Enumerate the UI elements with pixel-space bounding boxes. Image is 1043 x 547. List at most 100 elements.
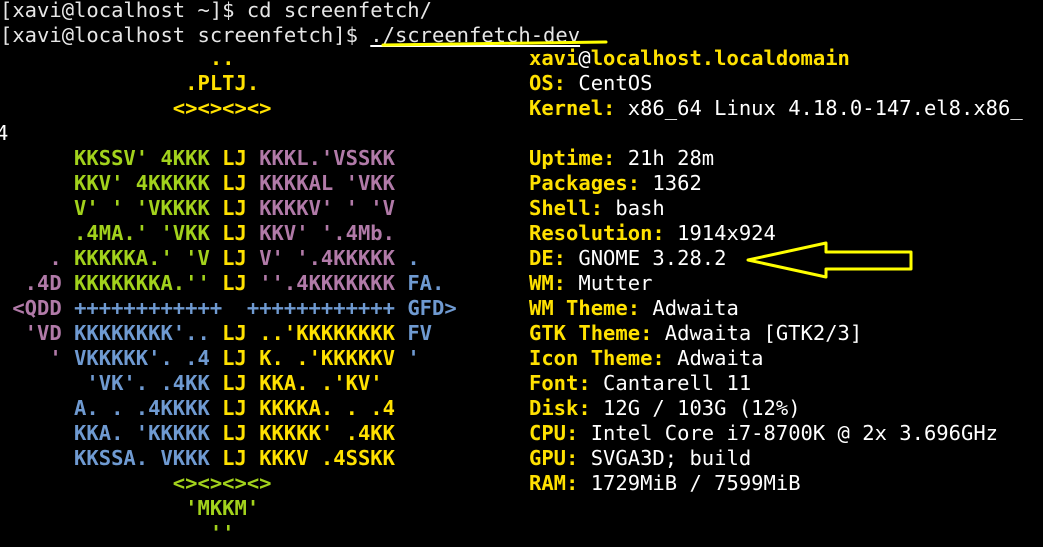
logo-segment: ..: [0, 46, 235, 70]
logo-segment: ++++++++++++ ++++++++++++: [74, 296, 408, 320]
logo-segment: LJ: [222, 446, 260, 470]
logo-line: V' ' 'VKKKK LJ KKKKV' ' 'V: [0, 196, 395, 221]
info-key: Icon Theme:: [529, 346, 665, 370]
info-key: OS:: [529, 71, 567, 95]
logo-line: KKSSV' 4KKK LJ KKKL.'VSSKK: [0, 146, 395, 171]
logo-segment: .4D: [0, 271, 75, 295]
arrow-annotation-icon: [746, 241, 913, 279]
logo-segment: KKKKAL 'VKK: [259, 171, 395, 195]
logo-segment: KKKKKKKK'..: [74, 321, 223, 345]
info-value: GNOME 3.28.2: [566, 246, 727, 270]
info-line-cpu: CPU: Intel Core i7-8700K @ 2x 3.696GHz: [529, 421, 998, 446]
logo-line: <><><><>: [0, 96, 272, 121]
logo-segment: LJ: [222, 271, 260, 295]
info-line-kernel: Kernel: x86_64 Linux 4.18.0-147.el8.x86_: [529, 96, 1023, 121]
info-value: Adwaita [GTK2/3]: [652, 321, 863, 345]
logo-segment: V' '.4KKKKK: [259, 246, 408, 270]
logo-segment: KKKL.'VSSKK: [259, 146, 395, 170]
info-key: GPU:: [529, 446, 579, 470]
logo-segment: <><><><>: [0, 471, 272, 495]
info-key: CPU:: [529, 421, 579, 445]
logo-segment: KKA. .'KV': [259, 371, 383, 395]
logo-segment: 'VK'. .4KK: [0, 371, 223, 395]
info-key: WM:: [529, 271, 567, 295]
logo-segment: GFD>: [407, 296, 457, 320]
info-line-de: DE: GNOME 3.28.2: [529, 246, 726, 271]
logo-segment: KKV' '.4Mb.: [259, 221, 395, 245]
info-line-os: OS: CentOS: [529, 71, 652, 96]
info-line-icontheme: Icon Theme: Adwaita: [529, 346, 764, 371]
logo-line: KKV' 4KKKKK LJ KKKKAL 'VKK: [0, 171, 395, 196]
logo-segment: KKKV .4SSKK: [259, 446, 395, 470]
logo-segment: .: [407, 246, 420, 270]
logo-line: KKA. 'KKKKK LJ KKKKK' .4KK: [0, 421, 395, 446]
logo-segment: KKKKV' ' 'V: [259, 196, 395, 220]
info-line-resolution: Resolution: 1914x924: [529, 221, 776, 246]
logo-segment: LJ: [222, 346, 260, 370]
logo-segment: KKKKKKKA.'': [74, 271, 223, 295]
info-value: Adwaita: [664, 346, 764, 370]
info-line-gpu: GPU: SVGA3D; build: [529, 446, 751, 471]
wrapped-kernel-fragment: 4: [0, 121, 9, 145]
info-value: bash: [603, 196, 665, 220]
info-line-shell: Shell: bash: [529, 196, 665, 221]
hostname-user: xavi: [529, 46, 579, 70]
logo-segment: LJ: [222, 221, 260, 245]
logo-segment: .4MA.' 'VKK: [0, 221, 223, 245]
logo-line: KKSSA. VKKK LJ KKKV .4SSKK: [0, 446, 395, 471]
info-key: Uptime:: [529, 146, 616, 170]
info-value: Adwaita: [640, 296, 739, 320]
logo-segment: LJ: [222, 321, 260, 345]
logo-line: '': [0, 521, 235, 546]
logo-segment: KKKKA. . .4: [259, 396, 395, 420]
logo-segment: LJ: [222, 171, 260, 195]
logo-segment: V' ' 'VKKKK: [0, 196, 223, 220]
prompt-line-1: [xavi@localhost ~]$ cd screenfetch/: [0, 0, 432, 22]
logo-segment: FV: [407, 321, 432, 345]
logo-segment: <QDD: [0, 296, 75, 320]
info-key: DE:: [529, 246, 567, 270]
logo-segment: 'VD: [0, 321, 75, 345]
info-line-packages: Packages: 1362: [529, 171, 702, 196]
logo-segment: KKSSV' 4KKK: [0, 146, 223, 170]
info-line-ram: RAM: 1729MiB / 7599MiB: [529, 471, 801, 496]
info-line-uptime: Uptime: 21h 28m: [529, 146, 714, 171]
info-value: SVGA3D; build: [578, 446, 752, 470]
logo-segment: LJ: [222, 196, 260, 220]
hostname-at: @: [578, 46, 591, 70]
logo-segment: VKKKKK'. .4: [74, 346, 223, 370]
terminal-window[interactable]: [xavi@localhost ~]$ cd screenfetch/ [xav…: [0, 0, 1043, 547]
prompt-line-2: [xavi@localhost screenfetch]$ ./screenfe…: [0, 23, 580, 48]
logo-segment: ..'KKKKKKKK: [259, 321, 408, 345]
logo-line: 'MKKM': [0, 496, 259, 521]
info-value: Mutter: [566, 271, 653, 295]
logo-line: 'VK'. .4KK LJ KKA. .'KV': [0, 371, 383, 396]
info-value: 1729MiB / 7599MiB: [578, 471, 801, 495]
info-line-disk: Disk: 12G / 103G (12%): [529, 396, 801, 421]
logo-segment: ''.4KKKKKKK: [259, 271, 408, 295]
logo-segment: LJ: [222, 371, 260, 395]
info-value: CentOS: [566, 71, 653, 95]
info-value: 1914x924: [664, 221, 776, 245]
info-key: Packages:: [529, 171, 641, 195]
logo-line: .PLTJ.: [0, 71, 259, 96]
logo-segment: <><><><>: [0, 96, 272, 120]
logo-segment: LJ: [222, 246, 260, 270]
info-line-font: Font: Cantarell 11: [529, 371, 751, 396]
logo-line: <QDD ++++++++++++ ++++++++++++ GFD>: [0, 296, 457, 321]
info-line-wmtheme: WM Theme: Adwaita: [529, 296, 739, 321]
logo-line: A. . .4KKKK LJ KKKKA. . .4: [0, 396, 395, 421]
info-key: Shell:: [529, 196, 604, 220]
info-hostname: xavi@localhost.localdomain: [529, 46, 850, 71]
info-value: 1362: [640, 171, 702, 195]
prompt-prefix: [xavi@localhost screenfetch]$: [0, 23, 371, 47]
logo-segment: FA.: [407, 271, 445, 295]
logo-segment: KKKKKA.' 'V: [74, 246, 223, 270]
info-key: RAM:: [529, 471, 579, 495]
logo-line: <><><><>: [0, 471, 272, 496]
info-key: Resolution:: [529, 221, 665, 245]
info-key: Font:: [529, 371, 591, 395]
logo-line: ..: [0, 46, 235, 71]
info-line-wm: WM: Mutter: [529, 271, 652, 296]
logo-segment: KKV' 4KKKKK: [0, 171, 223, 195]
